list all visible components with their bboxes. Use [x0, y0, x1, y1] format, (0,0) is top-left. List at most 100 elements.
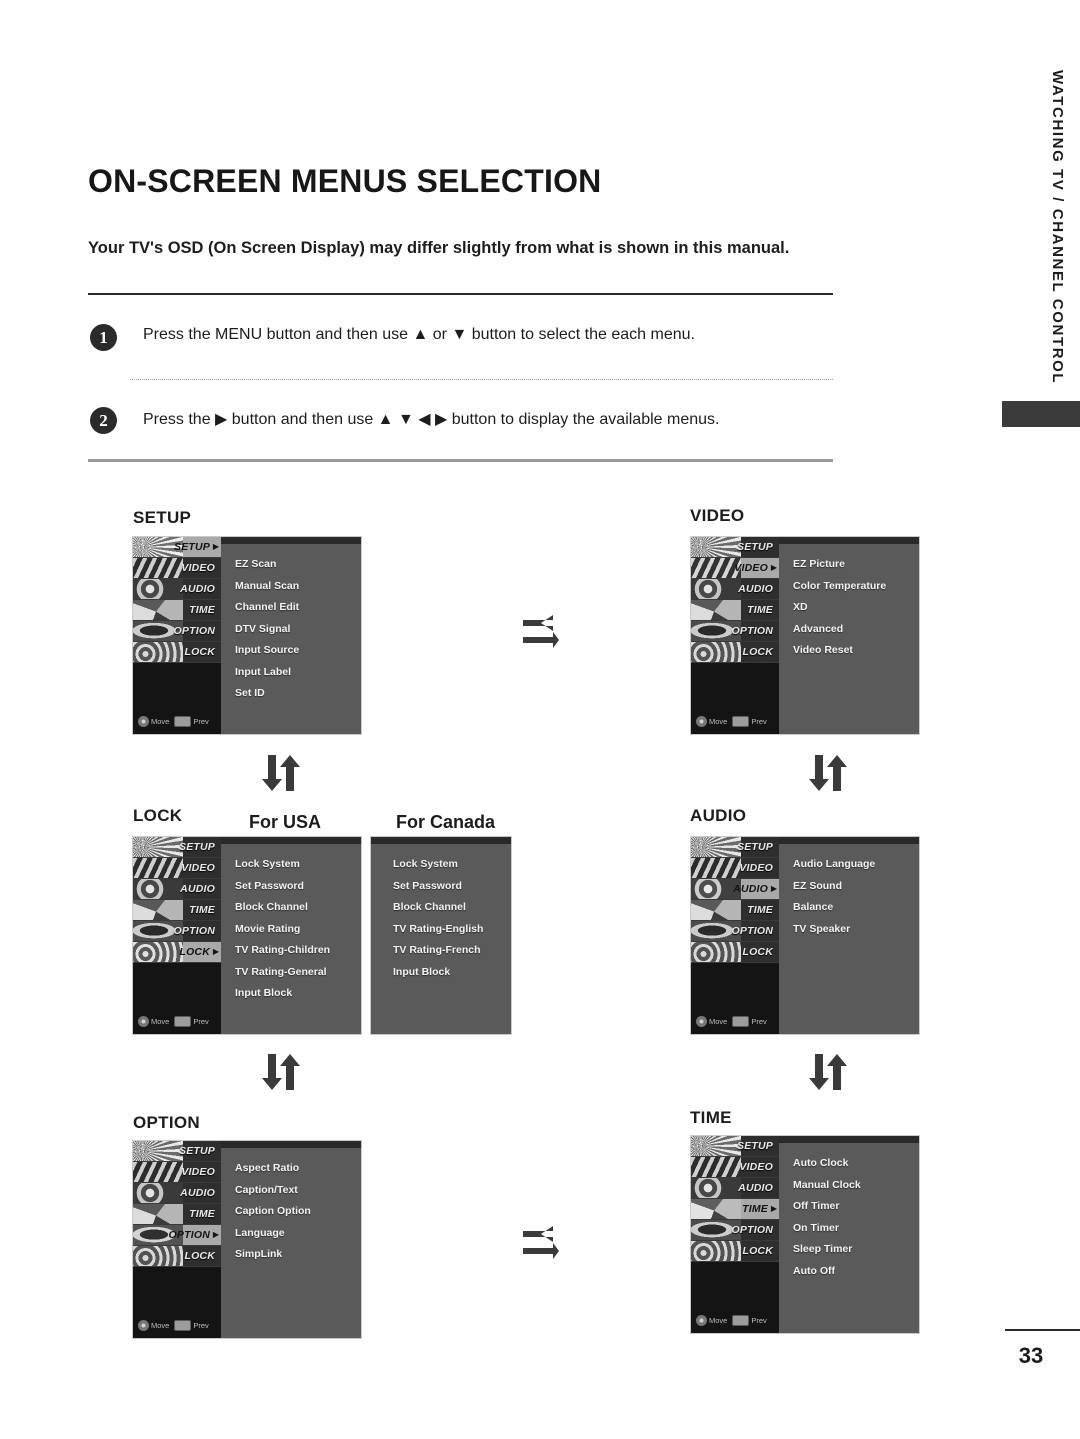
osd-menu-item[interactable]: Color Temperature	[793, 580, 919, 592]
osd-panel-option[interactable]: SETUP▶VIDEO▶AUDIO▶TIME▶OPTION▶LOCK▶ Move…	[133, 1141, 361, 1338]
osd-menu-item[interactable]: TV Rating-Children	[235, 944, 361, 956]
osd-tab-video[interactable]: VIDEO▶	[691, 858, 779, 879]
osd-menu-item[interactable]: Sleep Timer	[793, 1243, 919, 1255]
osd-tab-setup[interactable]: SETUP▶	[691, 837, 779, 858]
osd-tab-time[interactable]: TIME▶	[691, 900, 779, 921]
osd-tab-video[interactable]: VIDEO▶	[133, 558, 221, 579]
osd-menu-item[interactable]: Balance	[793, 901, 919, 913]
osd-tab-lock[interactable]: LOCK▶	[133, 1246, 221, 1267]
osd-menu-item[interactable]: Video Reset	[793, 644, 919, 656]
osd-tab-option[interactable]: OPTION▶	[133, 1225, 221, 1246]
osd-tab-audio[interactable]: AUDIO▶	[133, 1183, 221, 1204]
osd-menu-item[interactable]: Manual Scan	[235, 580, 361, 592]
osd-tab-column[interactable]: SETUP▶VIDEO▶AUDIO▶TIME▶OPTION▶LOCK▶	[133, 1141, 221, 1338]
osd-tab-column[interactable]: SETUP▶VIDEO▶AUDIO▶TIME▶OPTION▶LOCK▶	[691, 537, 779, 734]
osd-menu-item[interactable]: Input Block	[393, 966, 511, 978]
osd-menu-item[interactable]: XD	[793, 601, 919, 613]
osd-menu-item[interactable]: Caption/Text	[235, 1184, 361, 1196]
page-number: 33	[1018, 1343, 1044, 1368]
osd-menu-item[interactable]: Caption Option	[235, 1205, 361, 1217]
osd-menu-item[interactable]: EZ Sound	[793, 880, 919, 892]
osd-menu-item[interactable]: TV Speaker	[793, 923, 919, 935]
osd-tab-video[interactable]: VIDEO▶	[133, 1162, 221, 1183]
osd-tab-audio[interactable]: AUDIO▶	[133, 879, 221, 900]
osd-item-list[interactable]: Audio Language EZ Sound Balance TV Speaker	[779, 844, 919, 1034]
osd-panel-setup[interactable]: SETUP▶VIDEO▶AUDIO▶TIME▶OPTION▶LOCK▶ Move…	[133, 537, 361, 734]
osd-menu-item[interactable]: Advanced	[793, 623, 919, 635]
osd-panel-time[interactable]: SETUP▶VIDEO▶AUDIO▶TIME▶OPTION▶LOCK▶ Move…	[691, 1136, 919, 1333]
osd-menu-item[interactable]: Auto Off	[793, 1265, 919, 1277]
osd-item-list[interactable]: Lock System Set Password Block Channel TV R…	[371, 844, 511, 1034]
osd-tab-audio[interactable]: AUDIO▶	[133, 579, 221, 600]
osd-panel-lock-usa[interactable]: SETUP▶VIDEO▶AUDIO▶TIME▶OPTION▶LOCK▶ Move…	[133, 837, 361, 1034]
osd-panel-lock-canada[interactable]: Lock System Set Password Block Channel TV R…	[371, 837, 511, 1034]
osd-prev-label: Prev	[193, 716, 209, 726]
osd-menu-item[interactable]: EZ Picture	[793, 558, 919, 570]
osd-item-list[interactable]: Aspect Ratio Caption/Text Caption Option La…	[221, 1148, 361, 1338]
osd-menu-item[interactable]: TV Rating-English	[393, 923, 511, 935]
osd-menu-item[interactable]: Input Label	[235, 666, 361, 678]
osd-tab-column[interactable]: SETUP▶VIDEO▶AUDIO▶TIME▶OPTION▶LOCK▶	[133, 537, 221, 734]
osd-tab-time[interactable]: TIME▶	[133, 600, 221, 621]
osd-menu-item[interactable]: Lock System	[393, 858, 511, 870]
osd-menu-item[interactable]: Off Timer	[793, 1200, 919, 1212]
osd-menu-item[interactable]: Lock System	[235, 858, 361, 870]
osd-tab-label: LOCK	[742, 946, 773, 958]
osd-menu-item[interactable]: Language	[235, 1227, 361, 1239]
osd-menu-item[interactable]: Set Password	[393, 880, 511, 892]
osd-tab-option[interactable]: OPTION▶	[691, 1220, 779, 1241]
osd-tab-lock[interactable]: LOCK▶	[691, 642, 779, 663]
osd-tab-column[interactable]: SETUP▶VIDEO▶AUDIO▶TIME▶OPTION▶LOCK▶	[691, 837, 779, 1034]
osd-menu-item[interactable]: EZ Scan	[235, 558, 361, 570]
osd-menu-item[interactable]: Input Source	[235, 644, 361, 656]
osd-item-list[interactable]: Lock System Set Password Block Channel Movi…	[221, 844, 361, 1034]
osd-tab-setup[interactable]: SETUP▶	[133, 1141, 221, 1162]
osd-menu-item[interactable]: SimpLink	[235, 1248, 361, 1260]
osd-menu-item[interactable]: Aspect Ratio	[235, 1162, 361, 1174]
osd-tab-audio[interactable]: AUDIO▶	[691, 879, 779, 900]
osd-tab-lock[interactable]: LOCK▶	[133, 642, 221, 663]
osd-menu-item[interactable]: Set ID	[235, 687, 361, 699]
osd-tab-video[interactable]: VIDEO▶	[691, 558, 779, 579]
osd-tab-option[interactable]: OPTION▶	[133, 921, 221, 942]
osd-menu-item[interactable]: Auto Clock	[793, 1157, 919, 1169]
osd-item-list[interactable]: EZ Scan Manual Scan Channel Edit DTV Signal…	[221, 544, 361, 734]
osd-item-list[interactable]: Auto Clock Manual Clock Off Timer On Timer S…	[779, 1143, 919, 1333]
osd-panel-audio[interactable]: SETUP▶VIDEO▶AUDIO▶TIME▶OPTION▶LOCK▶ Move…	[691, 837, 919, 1034]
osd-menu-item[interactable]: TV Rating-French	[393, 944, 511, 956]
osd-tab-setup[interactable]: SETUP▶	[691, 1136, 779, 1157]
osd-menu-item[interactable]: Block Channel	[393, 901, 511, 913]
osd-menu-item[interactable]: Channel Edit	[235, 601, 361, 613]
osd-menu-item[interactable]: TV Rating-General	[235, 966, 361, 978]
osd-menu-item[interactable]: Set Password	[235, 880, 361, 892]
osd-menu-item[interactable]: Manual Clock	[793, 1179, 919, 1191]
osd-tab-audio[interactable]: AUDIO▶	[691, 1178, 779, 1199]
osd-tab-lock[interactable]: LOCK▶	[691, 1241, 779, 1262]
osd-tab-time[interactable]: TIME▶	[691, 1199, 779, 1220]
osd-tab-audio[interactable]: AUDIO▶	[691, 579, 779, 600]
osd-tab-option[interactable]: OPTION▶	[691, 621, 779, 642]
osd-menu-item[interactable]: Audio Language	[793, 858, 919, 870]
osd-tab-lock[interactable]: LOCK▶	[691, 942, 779, 963]
osd-menu-item[interactable]: DTV Signal	[235, 623, 361, 635]
osd-prev-label: Prev	[751, 1315, 767, 1325]
osd-tab-video[interactable]: VIDEO▶	[133, 858, 221, 879]
osd-tab-setup[interactable]: SETUP▶	[691, 537, 779, 558]
osd-tab-lock[interactable]: LOCK▶	[133, 942, 221, 963]
osd-item-list[interactable]: EZ Picture Color Temperature XD Advanced Vid…	[779, 544, 919, 734]
osd-menu-item[interactable]: Input Block	[235, 987, 361, 999]
osd-menu-item[interactable]: On Timer	[793, 1222, 919, 1234]
osd-tab-video[interactable]: VIDEO▶	[691, 1157, 779, 1178]
osd-tab-time[interactable]: TIME▶	[133, 1204, 221, 1225]
osd-tab-setup[interactable]: SETUP▶	[133, 837, 221, 858]
osd-tab-time[interactable]: TIME▶	[691, 600, 779, 621]
osd-tab-setup[interactable]: SETUP▶	[133, 537, 221, 558]
osd-tab-column[interactable]: SETUP▶VIDEO▶AUDIO▶TIME▶OPTION▶LOCK▶	[133, 837, 221, 1034]
osd-tab-time[interactable]: TIME▶	[133, 900, 221, 921]
osd-tab-option[interactable]: OPTION▶	[133, 621, 221, 642]
osd-menu-item[interactable]: Movie Rating	[235, 923, 361, 935]
osd-tab-option[interactable]: OPTION▶	[691, 921, 779, 942]
osd-panel-video[interactable]: SETUP▶VIDEO▶AUDIO▶TIME▶OPTION▶LOCK▶ Move…	[691, 537, 919, 734]
osd-menu-item[interactable]: Block Channel	[235, 901, 361, 913]
osd-tab-column[interactable]: SETUP▶VIDEO▶AUDIO▶TIME▶OPTION▶LOCK▶	[691, 1136, 779, 1333]
